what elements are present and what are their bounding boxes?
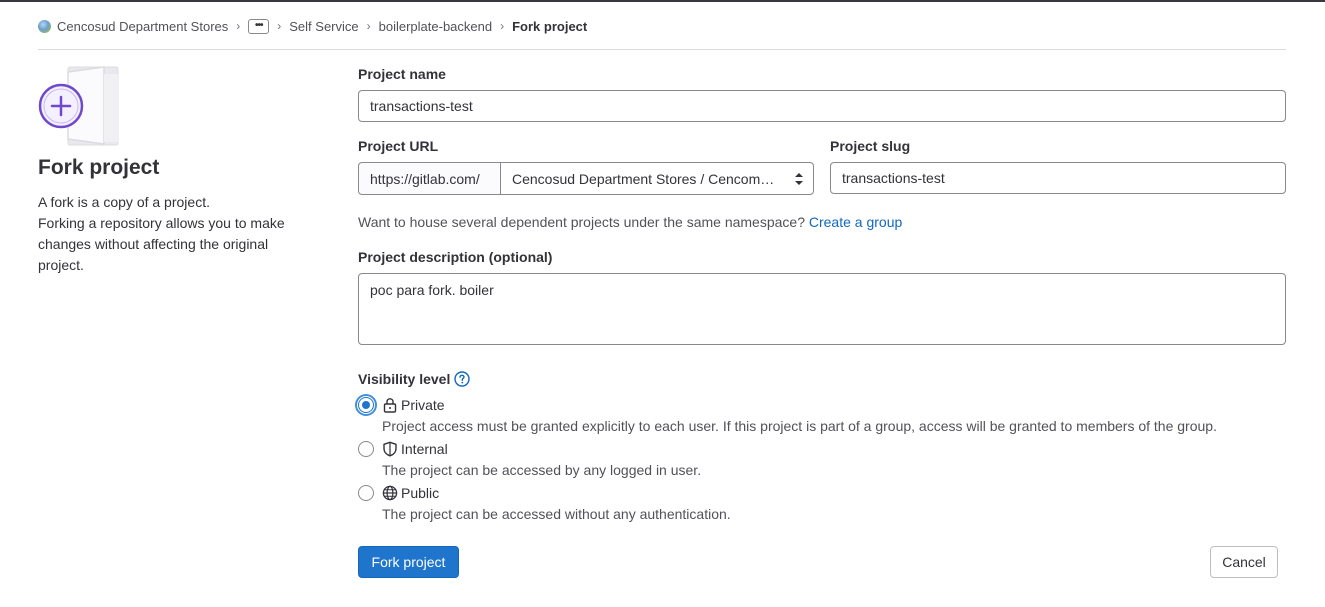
internal-help: The project can be accessed by any logge… — [382, 462, 702, 478]
project-slug-value: transactions-test — [842, 170, 945, 186]
namespace-select-value: Cencosud Department Stores / Cencommerce — [512, 170, 784, 187]
visibility-level-label: Visibility level — [358, 371, 471, 387]
namespace-select[interactable]: Cencosud Department Stores / Cencommerce — [500, 162, 814, 195]
fork-description: A fork is a copy of a project. Forking a… — [38, 192, 308, 276]
public-radio[interactable] — [358, 485, 374, 501]
top-border — [0, 0, 1325, 2]
breadcrumb-current[interactable]: Fork project — [512, 19, 587, 34]
chevron-right-icon: › — [277, 19, 282, 33]
visibility-option-private[interactable]: Private — [358, 397, 445, 413]
divider — [38, 49, 1286, 50]
breadcrumb-group-label[interactable]: Cencosud Department Stores — [57, 19, 228, 34]
project-url-prefix: https://gitlab.com/ — [358, 162, 501, 195]
private-label: Private — [401, 397, 445, 413]
namespace-help-text: Want to house several dependent projects… — [358, 214, 805, 230]
visibility-option-public[interactable]: Public — [358, 485, 439, 501]
fork-description-line: A fork is a copy of a project. — [38, 194, 210, 210]
internal-label: Internal — [401, 441, 448, 457]
project-name-label: Project name — [358, 66, 446, 82]
fork-description-line: changes without affecting the original — [38, 236, 269, 252]
public-help: The project can be accessed without any … — [382, 506, 731, 522]
private-radio[interactable] — [358, 397, 374, 413]
breadcrumb-item-self-service[interactable]: Self Service — [289, 19, 358, 34]
internal-radio[interactable] — [358, 441, 374, 457]
breadcrumb-item-project[interactable]: boilerplate-backend — [379, 19, 492, 34]
project-name-input[interactable]: transactions-test — [358, 90, 1286, 122]
project-name-value: transactions-test — [370, 98, 473, 114]
fork-project-illustration — [38, 66, 119, 146]
public-label: Public — [401, 485, 440, 501]
visibility-level-text: Visibility level — [358, 371, 451, 387]
page-title: Fork project — [38, 156, 160, 179]
chevron-right-icon: › — [236, 19, 241, 33]
chevron-right-icon: › — [500, 19, 505, 33]
private-help: Project access must be granted explicitl… — [382, 418, 1217, 434]
shield-icon — [383, 441, 397, 457]
project-slug-label: Project slug — [830, 138, 911, 154]
fork-project-button[interactable]: Fork project — [358, 546, 459, 578]
cancel-button[interactable]: Cancel — [1210, 546, 1278, 578]
create-group-link[interactable]: Create a group — [809, 214, 902, 230]
project-description-value: poc para fork. boiler — [370, 282, 494, 298]
project-description-textarea[interactable]: poc para fork. boiler — [358, 273, 1286, 345]
chevron-right-icon: › — [366, 19, 371, 33]
visibility-option-internal[interactable]: Internal — [358, 441, 448, 457]
question-circle-icon[interactable] — [454, 371, 471, 387]
globe-icon — [382, 485, 398, 501]
project-url-label: Project URL — [358, 138, 439, 154]
breadcrumb: Cencosud Department Stores › ••• › Self … — [38, 16, 587, 36]
group-avatar — [38, 19, 51, 33]
lock-icon — [383, 398, 397, 413]
breadcrumb-item-group[interactable]: Cencosud Department Stores — [38, 19, 228, 34]
breadcrumb-expand-button[interactable]: ••• — [248, 18, 270, 34]
fork-description-line: Forking a repository allows you to make — [38, 215, 285, 231]
project-slug-input[interactable]: transactions-test — [830, 162, 1286, 194]
namespace-help: Want to house several dependent projects… — [358, 214, 902, 230]
project-description-label: Project description (optional) — [358, 249, 553, 265]
select-arrows-icon — [795, 173, 803, 185]
fork-description-line: project. — [38, 257, 84, 273]
